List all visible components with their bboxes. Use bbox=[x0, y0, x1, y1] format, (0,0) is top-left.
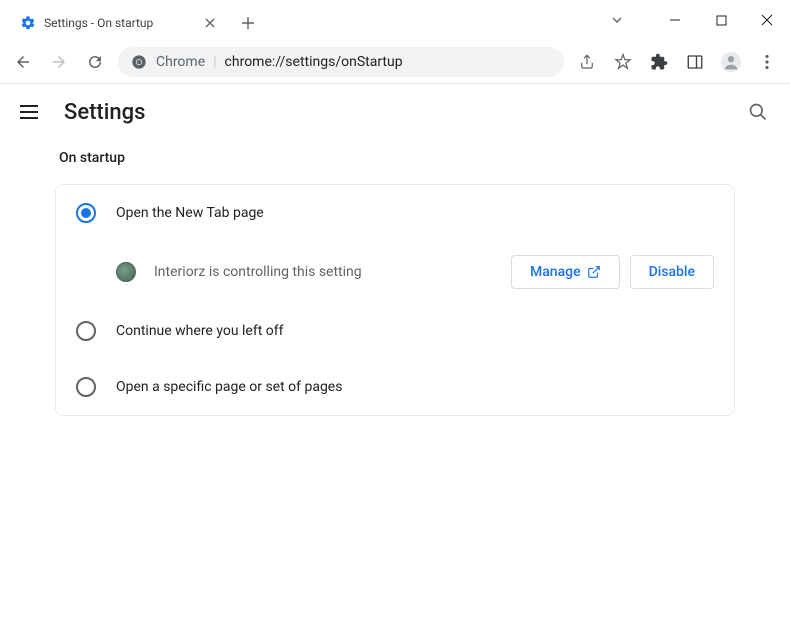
option-specific-pages[interactable]: Open a specific page or set of pages bbox=[56, 359, 734, 415]
radio-unselected[interactable] bbox=[76, 377, 96, 397]
extension-notice-row: Interiorz is controlling this setting Ma… bbox=[56, 241, 734, 303]
external-link-icon bbox=[587, 265, 601, 279]
new-tab-button[interactable] bbox=[234, 9, 262, 37]
window-titlebar: Settings - On startup bbox=[0, 0, 790, 40]
share-icon[interactable] bbox=[570, 45, 604, 79]
page-title: Settings bbox=[64, 100, 145, 125]
radio-selected[interactable] bbox=[76, 203, 96, 223]
browser-toolbar: Chrome | chrome://settings/onStartup bbox=[0, 40, 790, 84]
option-continue[interactable]: Continue where you left off bbox=[56, 303, 734, 359]
browser-tab[interactable]: Settings - On startup bbox=[8, 6, 228, 40]
extension-icon bbox=[116, 262, 136, 282]
window-controls bbox=[594, 0, 790, 40]
option-label: Open a specific page or set of pages bbox=[116, 379, 342, 395]
forward-button bbox=[42, 45, 76, 79]
options-card: Open the New Tab page Interiorz is contr… bbox=[55, 184, 735, 416]
back-button[interactable] bbox=[6, 45, 40, 79]
extensions-icon[interactable] bbox=[642, 45, 676, 79]
url-separator: | bbox=[213, 54, 216, 70]
disable-button[interactable]: Disable bbox=[630, 255, 714, 289]
option-label: Continue where you left off bbox=[116, 323, 284, 339]
address-bar[interactable]: Chrome | chrome://settings/onStartup bbox=[118, 47, 564, 77]
chrome-icon bbox=[130, 53, 148, 71]
gear-icon bbox=[20, 15, 36, 31]
settings-header: Settings bbox=[0, 84, 790, 140]
search-icon[interactable] bbox=[746, 100, 770, 124]
manage-button[interactable]: Manage bbox=[511, 255, 620, 289]
maximize-button[interactable] bbox=[698, 4, 744, 36]
url-path: chrome://settings/onStartup bbox=[225, 54, 403, 70]
sidepanel-icon[interactable] bbox=[678, 45, 712, 79]
tab-search-button[interactable] bbox=[594, 4, 640, 36]
profile-avatar[interactable] bbox=[714, 45, 748, 79]
url-origin: Chrome bbox=[156, 54, 205, 70]
option-label: Open the New Tab page bbox=[116, 205, 264, 221]
manage-label: Manage bbox=[530, 264, 581, 280]
close-window-button[interactable] bbox=[744, 4, 790, 36]
bookmark-icon[interactable] bbox=[606, 45, 640, 79]
menu-icon[interactable] bbox=[750, 45, 784, 79]
settings-content: On startup Open the New Tab page Interio… bbox=[0, 140, 790, 416]
tab-title: Settings - On startup bbox=[44, 16, 202, 30]
on-startup-section: On startup Open the New Tab page Interio… bbox=[55, 150, 735, 416]
radio-unselected[interactable] bbox=[76, 321, 96, 341]
minimize-button[interactable] bbox=[652, 4, 698, 36]
section-title: On startup bbox=[55, 150, 735, 166]
close-tab-icon[interactable] bbox=[202, 15, 218, 31]
option-new-tab[interactable]: Open the New Tab page bbox=[56, 185, 734, 241]
reload-button[interactable] bbox=[78, 45, 112, 79]
disable-label: Disable bbox=[649, 264, 695, 280]
hamburger-menu[interactable] bbox=[20, 100, 44, 124]
extension-message: Interiorz is controlling this setting bbox=[154, 264, 501, 280]
